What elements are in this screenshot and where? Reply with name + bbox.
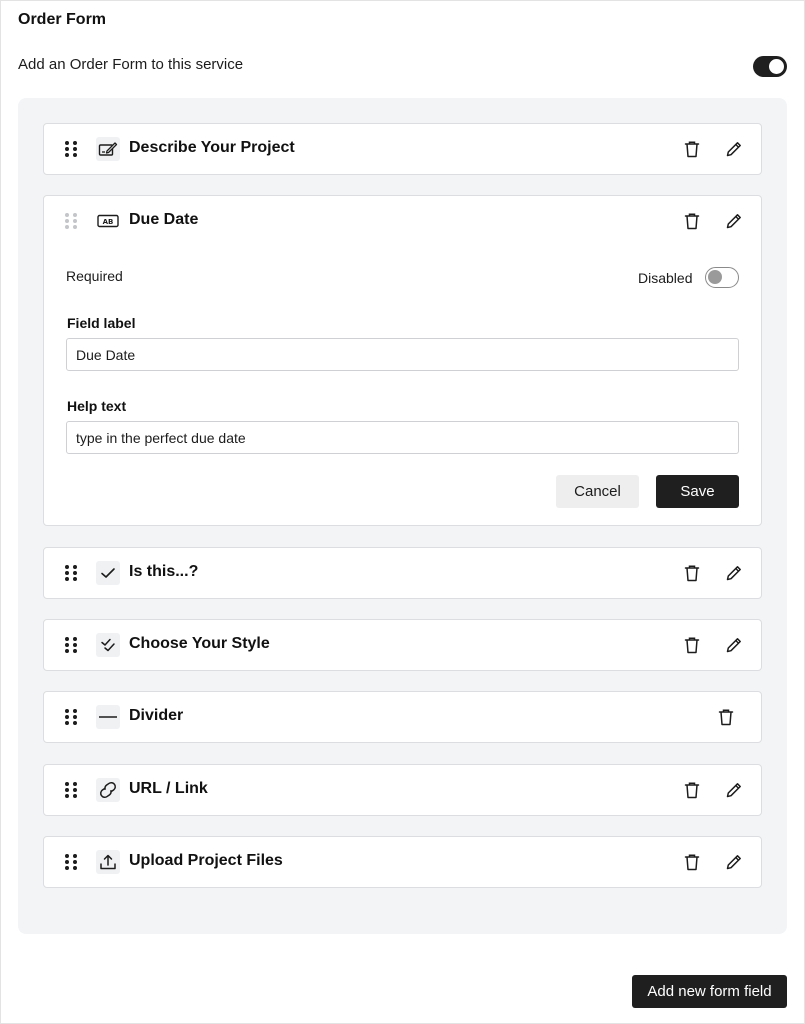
field-title: Describe Your Project bbox=[129, 139, 295, 156]
field-card-due-date: AB Due Date Required Disabled Field labe… bbox=[43, 195, 762, 526]
required-state-label: Disabled bbox=[638, 270, 693, 286]
field-card-choose-style: Choose Your Style bbox=[43, 619, 762, 671]
divider-line-icon bbox=[96, 705, 120, 729]
link-icon bbox=[96, 778, 120, 802]
trash-icon[interactable] bbox=[681, 138, 703, 160]
drag-handle-icon[interactable] bbox=[65, 141, 77, 157]
drag-handle-icon[interactable] bbox=[65, 565, 77, 581]
field-header: Describe Your Project bbox=[44, 124, 761, 174]
add-new-form-field-button[interactable]: Add new form field bbox=[632, 975, 787, 1008]
field-title: Due Date bbox=[129, 211, 199, 228]
field-card-is-this: Is this...? bbox=[43, 547, 762, 599]
trash-icon[interactable] bbox=[681, 634, 703, 656]
field-title: Is this...? bbox=[129, 563, 199, 580]
pencil-icon[interactable] bbox=[723, 634, 745, 656]
drag-handle-icon[interactable] bbox=[65, 782, 77, 798]
edit-box-icon bbox=[96, 137, 120, 161]
field-header: Is this...? bbox=[44, 548, 761, 598]
field-title: Choose Your Style bbox=[129, 635, 270, 652]
order-form-toggle[interactable] bbox=[753, 56, 787, 77]
field-card-describe-project: Describe Your Project bbox=[43, 123, 762, 175]
pencil-icon[interactable] bbox=[723, 779, 745, 801]
upload-icon bbox=[96, 850, 120, 874]
pencil-icon[interactable] bbox=[723, 138, 745, 160]
double-check-icon bbox=[96, 633, 120, 657]
field-header: Choose Your Style bbox=[44, 620, 761, 670]
help-text-title: Help text bbox=[67, 398, 127, 414]
trash-icon[interactable] bbox=[681, 210, 703, 232]
field-label-input[interactable] bbox=[66, 338, 739, 371]
text-field-icon: AB bbox=[96, 209, 120, 233]
drag-handle-icon[interactable] bbox=[65, 854, 77, 870]
field-label-title: Field label bbox=[67, 315, 136, 331]
svg-text:AB: AB bbox=[103, 218, 114, 226]
drag-handle-icon[interactable] bbox=[65, 213, 77, 229]
field-header: Divider bbox=[44, 692, 761, 742]
field-title: Upload Project Files bbox=[129, 852, 283, 869]
field-header: AB Due Date bbox=[44, 196, 761, 246]
drag-handle-icon[interactable] bbox=[65, 709, 77, 725]
field-header: Upload Project Files bbox=[44, 837, 761, 887]
field-card-divider: Divider bbox=[43, 691, 762, 743]
required-toggle[interactable] bbox=[705, 267, 739, 288]
help-text-input[interactable] bbox=[66, 421, 739, 454]
pencil-icon[interactable] bbox=[723, 562, 745, 584]
required-label: Required bbox=[66, 268, 123, 284]
pencil-icon[interactable] bbox=[723, 210, 745, 232]
trash-icon[interactable] bbox=[681, 851, 703, 873]
toggle-knob bbox=[769, 59, 784, 74]
trash-icon[interactable] bbox=[681, 562, 703, 584]
field-header: URL / Link bbox=[44, 765, 761, 815]
field-title: Divider bbox=[129, 707, 184, 724]
field-title: URL / Link bbox=[129, 780, 208, 797]
cancel-button[interactable]: Cancel bbox=[556, 475, 639, 508]
page-title: Order Form bbox=[18, 11, 107, 28]
pencil-icon[interactable] bbox=[723, 851, 745, 873]
field-card-url-link: URL / Link bbox=[43, 764, 762, 816]
drag-handle-icon[interactable] bbox=[65, 637, 77, 653]
field-card-upload-files: Upload Project Files bbox=[43, 836, 762, 888]
order-form-enable-label: Add an Order Form to this service bbox=[18, 56, 244, 73]
toggle-knob bbox=[708, 270, 722, 284]
check-icon bbox=[96, 561, 120, 585]
save-button[interactable]: Save bbox=[656, 475, 739, 508]
trash-icon[interactable] bbox=[681, 779, 703, 801]
trash-icon[interactable] bbox=[715, 706, 737, 728]
